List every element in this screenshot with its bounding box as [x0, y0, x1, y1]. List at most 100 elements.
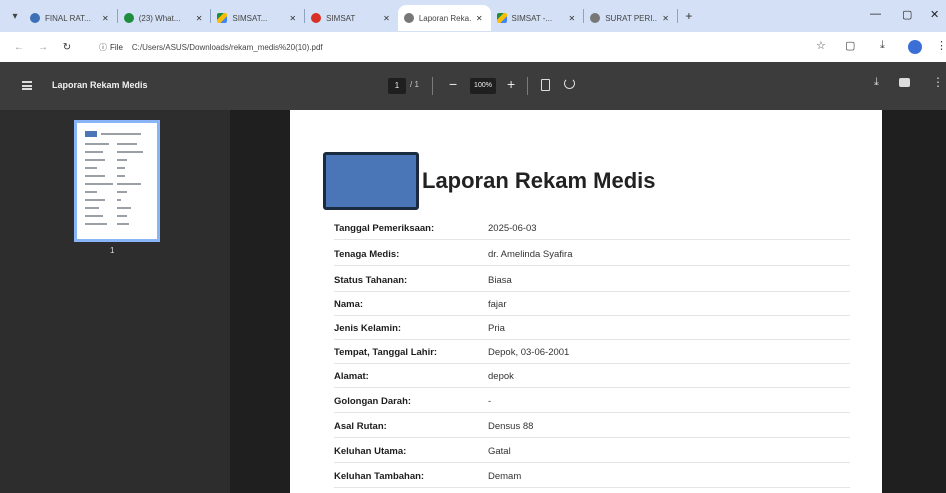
thumbnail-mark [85, 131, 97, 137]
record-value: dr. Amelinda Syafira [488, 249, 573, 260]
close-tab-icon[interactable]: ✕ [102, 14, 109, 23]
print-icon[interactable] [899, 78, 910, 87]
thumbnail-line [85, 191, 97, 193]
record-row: Golongan Darah: - [334, 391, 850, 413]
document-title: Laporan Rekam Medis [422, 168, 656, 193]
record-value: Densus 88 [488, 421, 534, 432]
record-value: 2025-06-03 [488, 223, 537, 234]
record-label: Keluhan Tambahan: [334, 471, 425, 482]
site-info-chip[interactable]: ⓘ File [94, 40, 128, 54]
record-row: Nama: fajar [334, 294, 850, 316]
record-row: Tenaga Medis: dr. Amelinda Syafira [334, 244, 850, 266]
tab-laporan-rekam[interactable]: Laporan Reka... ✕ [397, 5, 491, 31]
record-label: Alamat: [334, 371, 369, 382]
record-value: Biasa [488, 275, 512, 286]
tab-simsat-drive[interactable]: SIMSAT... ✕ [211, 5, 304, 31]
profile-avatar[interactable] [908, 40, 922, 54]
address-bar[interactable]: ⓘ File C:/Users/ASUS/Downloads/rekam_med… [94, 36, 814, 58]
record-value: fajar [488, 299, 507, 310]
thumbnail-line [85, 199, 105, 201]
record-label: Tenaga Medis: [334, 249, 400, 260]
tab-surat-peri[interactable]: SURAT PERI... ✕ [584, 5, 677, 31]
minimize-icon[interactable]: — [870, 8, 881, 20]
record-value: - [488, 396, 492, 407]
record-label: Tempat, Tanggal Lahir: [334, 347, 438, 358]
tab-title: Laporan Reka... [418, 13, 471, 23]
menu-more-icon[interactable]: ⋮ [936, 39, 946, 52]
record-label: Tanggal Pemeriksaan: [334, 223, 435, 234]
drive-icon [217, 13, 228, 23]
browser-toolbar: ← → ↻ ⓘ File C:/Users/ASUS/Downloads/rek… [0, 32, 946, 62]
forward-icon[interactable]: → [34, 42, 52, 53]
thumbnail-line [85, 183, 113, 185]
tab-whatsapp[interactable]: (23) What... ✕ [118, 5, 211, 31]
zoom-in-icon[interactable]: + [507, 76, 515, 92]
record-label: Golongan Darah: [334, 396, 412, 407]
rotate-icon[interactable] [564, 78, 575, 89]
bookmark-star-icon[interactable]: ☆ [816, 39, 826, 52]
record-label: Jenis Kelamin: [334, 323, 402, 334]
fit-page-icon[interactable] [541, 79, 550, 91]
tab-simsat-drive-2[interactable]: SIMSAT -... ✕ [491, 5, 584, 31]
redacted-logo-box [323, 152, 419, 210]
globe-icon [590, 13, 601, 23]
thumbnail-line [117, 183, 141, 185]
tab-title: SURAT PERI... [605, 13, 658, 23]
globe-icon [403, 13, 414, 23]
sidebar-toggle-icon[interactable] [22, 81, 32, 90]
toolbar-divider [432, 77, 433, 95]
tab-title: SIMSAT [326, 13, 356, 23]
page-thumbnail[interactable] [74, 120, 160, 242]
thumbnail-line [85, 151, 103, 153]
close-tab-icon[interactable]: ✕ [383, 14, 390, 23]
zoom-out-icon[interactable]: − [449, 76, 457, 92]
tab-title: FINAL RAT... [45, 13, 91, 23]
thumbnail-line [117, 223, 129, 225]
zoom-input[interactable]: 100% [470, 78, 496, 94]
download-icon[interactable]: ⤓ [874, 76, 879, 89]
record-row: Keluhan Tambahan: Demam [334, 466, 850, 488]
record-label: Asal Rutan: [334, 421, 387, 432]
tab-search-icon[interactable]: ▾ [6, 7, 24, 25]
thumbnail-line [85, 167, 97, 169]
downloads-icon[interactable]: ⤓ [880, 39, 885, 52]
thumbnail-line [117, 215, 127, 217]
tab-title: SIMSAT -... [511, 13, 553, 23]
record-row: Status Tahanan: Biasa [334, 270, 850, 292]
back-icon[interactable]: ← [10, 42, 28, 53]
page-number-input[interactable]: 1 [388, 78, 406, 94]
close-tab-icon[interactable]: ✕ [476, 14, 483, 23]
record-value: Pria [488, 323, 505, 334]
thumbnail-line [85, 159, 105, 161]
thumbnail-line [85, 223, 107, 225]
close-tab-icon[interactable]: ✕ [662, 14, 669, 23]
thumbnail-line [101, 133, 141, 135]
close-window-icon[interactable]: ✕ [930, 8, 939, 21]
maximize-icon[interactable]: ▢ [902, 8, 912, 21]
more-options-icon[interactable]: ⋮ [932, 75, 944, 89]
reload-icon[interactable]: ↻ [58, 42, 76, 53]
thumbnail-line [117, 175, 125, 177]
site-info-label: File [110, 42, 123, 52]
close-tab-icon[interactable]: ✕ [569, 14, 576, 23]
thumbnail-line [117, 167, 125, 169]
new-tab-button[interactable]: + [678, 9, 700, 23]
close-tab-icon[interactable]: ✕ [289, 14, 296, 23]
tab-simsat[interactable]: SIMSAT ✕ [305, 5, 398, 31]
sidepanel-icon[interactable]: ▢ [845, 39, 855, 52]
whatsapp-icon [123, 13, 134, 23]
thumbnail-line [85, 207, 99, 209]
thumbnail-line [85, 143, 109, 145]
record-row: Keluhan Utama: Gatal [334, 441, 850, 463]
tab-final-rat[interactable]: FINAL RAT... ✕ [24, 5, 117, 31]
drive-icon [496, 13, 507, 23]
toolbar-divider [527, 77, 528, 95]
thumbnail-line [117, 151, 143, 153]
record-value: depok [488, 371, 514, 382]
record-label: Nama: [334, 299, 364, 310]
thumbnail-line [117, 159, 127, 161]
page-total: / 1 [410, 80, 419, 89]
record-row: Asal Rutan: Densus 88 [334, 416, 850, 438]
close-tab-icon[interactable]: ✕ [196, 14, 203, 23]
globe-icon [311, 13, 322, 23]
